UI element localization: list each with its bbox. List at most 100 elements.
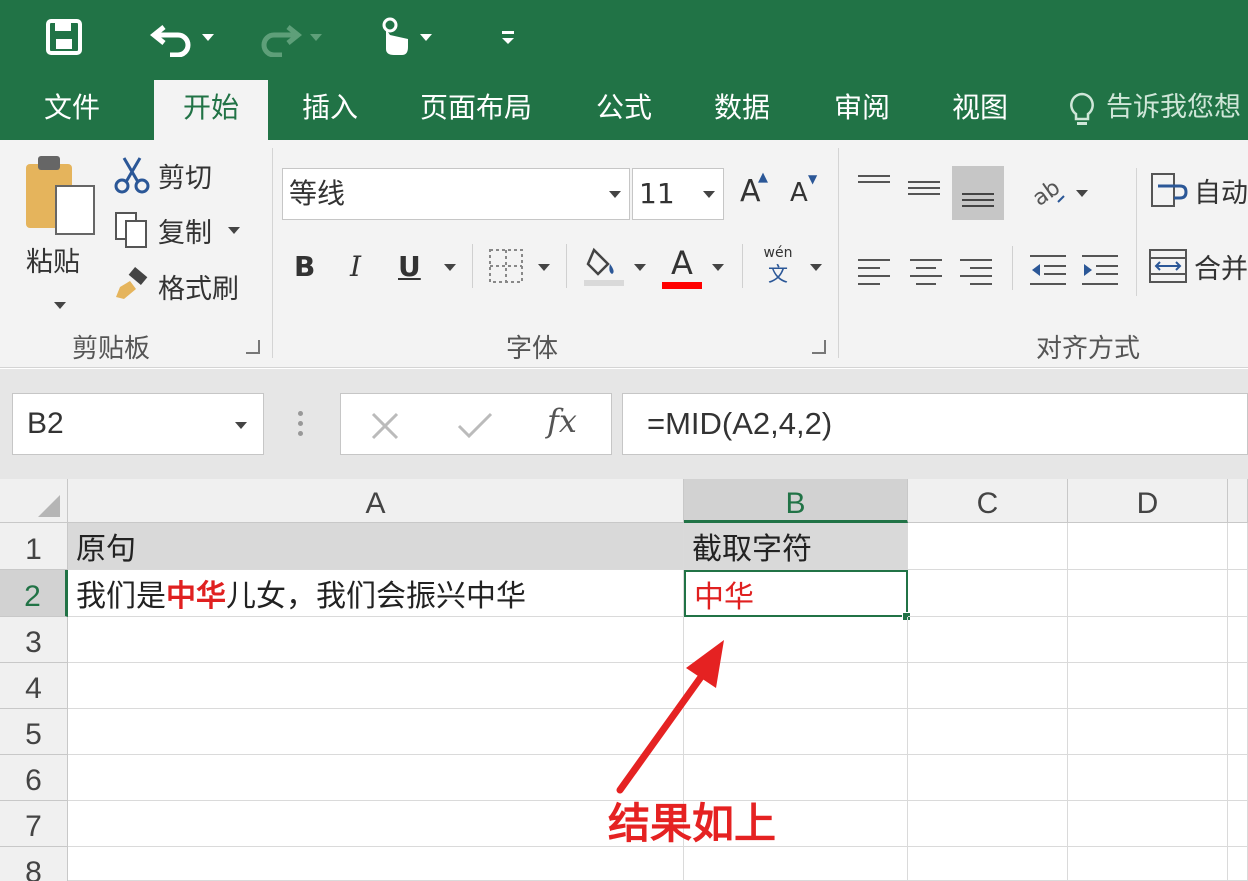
tab-data[interactable]: 数据 — [690, 80, 794, 140]
row-header-8[interactable]: 8 — [0, 847, 68, 881]
cell-c5[interactable] — [908, 709, 1068, 755]
cell-d4[interactable] — [1068, 663, 1228, 709]
tab-home[interactable]: 开始 — [154, 80, 268, 140]
orientation-dropdown-icon[interactable] — [1076, 190, 1088, 197]
cell-e8[interactable] — [1228, 847, 1248, 881]
increase-font-button[interactable]: A ▲ — [740, 170, 768, 209]
cell-d8[interactable] — [1068, 847, 1228, 881]
align-middle-button[interactable] — [906, 172, 942, 206]
decrease-font-button[interactable]: A ▼ — [790, 172, 817, 208]
tab-file[interactable]: 文件 — [20, 80, 124, 140]
cell-b2[interactable]: 中华 — [684, 570, 908, 617]
align-center-button[interactable] — [908, 256, 944, 290]
tab-view[interactable]: 视图 — [928, 80, 1032, 140]
customize-qat-icon[interactable] — [500, 14, 520, 60]
cell-e5[interactable] — [1228, 709, 1248, 755]
fill-color-dropdown-icon[interactable] — [634, 264, 646, 271]
cell-d5[interactable] — [1068, 709, 1228, 755]
font-name-select[interactable]: 等线 — [282, 168, 630, 220]
format-painter-button[interactable]: 格式刷 — [112, 266, 239, 306]
phonetic-button[interactable]: wén 文 — [758, 244, 798, 286]
cell-c8[interactable] — [908, 847, 1068, 881]
fill-color-button[interactable] — [584, 244, 626, 292]
clipboard-launcher-icon[interactable] — [246, 340, 260, 354]
column-header-b[interactable]: B — [684, 479, 908, 523]
select-all-button[interactable] — [0, 479, 68, 523]
row-header-1[interactable]: 1 — [0, 523, 68, 570]
tab-formulas[interactable]: 公式 — [572, 80, 676, 140]
cell-a1[interactable]: 原句 — [68, 523, 684, 570]
tab-page-layout[interactable]: 页面布局 — [400, 80, 552, 140]
cell-a3[interactable] — [68, 617, 684, 663]
font-launcher-icon[interactable] — [812, 340, 826, 354]
borders-button[interactable] — [488, 248, 524, 288]
cell-a4[interactable] — [68, 663, 684, 709]
cell-c4[interactable] — [908, 663, 1068, 709]
orientation-button[interactable]: ab — [1028, 174, 1068, 214]
cell-a5[interactable] — [68, 709, 684, 755]
redo-icon[interactable] — [258, 14, 338, 60]
cell-c1[interactable] — [908, 523, 1068, 570]
italic-button[interactable]: I — [350, 250, 361, 283]
copy-button[interactable]: 复制 — [112, 210, 240, 250]
column-header-e[interactable] — [1228, 479, 1248, 523]
row-header-7[interactable]: 7 — [0, 801, 68, 847]
align-left-button[interactable] — [856, 256, 892, 290]
cell-b1[interactable]: 截取字符 — [684, 523, 908, 570]
formula-input[interactable]: =MID(A2,4,2) — [622, 393, 1248, 455]
enter-checkmark-icon[interactable] — [457, 410, 493, 442]
underline-button[interactable]: U — [398, 250, 421, 283]
wrap-text-button[interactable]: 自动 — [1148, 170, 1248, 210]
cell-a2[interactable]: 我们是中华儿女，我们会振兴中华 — [68, 570, 684, 617]
undo-icon[interactable] — [150, 14, 230, 60]
cell-e7[interactable] — [1228, 801, 1248, 847]
cell-d6[interactable] — [1068, 755, 1228, 801]
save-icon[interactable] — [44, 14, 88, 60]
row-header-6[interactable]: 6 — [0, 755, 68, 801]
font-size-select[interactable]: 11 — [632, 168, 724, 220]
row-header-4[interactable]: 4 — [0, 663, 68, 709]
cell-a6[interactable] — [68, 755, 684, 801]
font-color-button[interactable]: A — [662, 244, 702, 290]
column-header-a[interactable]: A — [68, 479, 684, 523]
cell-a7[interactable] — [68, 801, 684, 847]
row-header-5[interactable]: 5 — [0, 709, 68, 755]
cell-a8[interactable] — [68, 847, 684, 881]
borders-dropdown-icon[interactable] — [538, 264, 550, 271]
merge-center-button[interactable]: 合并 — [1148, 246, 1248, 286]
column-header-d[interactable]: D — [1068, 479, 1228, 523]
align-right-button[interactable] — [958, 256, 994, 290]
tab-review[interactable]: 审阅 — [810, 80, 914, 140]
row-header-2[interactable]: 2 — [0, 570, 68, 617]
bold-button[interactable]: B — [294, 250, 315, 283]
underline-dropdown-icon[interactable] — [444, 264, 456, 271]
align-top-button[interactable] — [856, 172, 892, 206]
cell-c3[interactable] — [908, 617, 1068, 663]
paste-button[interactable]: 粘贴 — [20, 152, 102, 309]
phonetic-dropdown-icon[interactable] — [810, 264, 822, 271]
cell-d2[interactable] — [1068, 570, 1228, 617]
cancel-icon[interactable] — [369, 410, 401, 442]
row-header-3[interactable]: 3 — [0, 617, 68, 663]
cell-b8[interactable] — [684, 847, 908, 881]
cell-c6[interactable] — [908, 755, 1068, 801]
cell-e4[interactable] — [1228, 663, 1248, 709]
cell-d3[interactable] — [1068, 617, 1228, 663]
cell-e6[interactable] — [1228, 755, 1248, 801]
tell-me-search[interactable]: 告诉我您想 — [1106, 80, 1248, 140]
cell-e3[interactable] — [1228, 617, 1248, 663]
name-box[interactable]: B2 — [12, 393, 264, 455]
cell-e2[interactable] — [1228, 570, 1248, 617]
column-header-c[interactable]: C — [908, 479, 1068, 523]
formula-bar-grip-icon[interactable] — [298, 411, 304, 439]
align-bottom-button[interactable] — [952, 166, 1004, 220]
cell-c2[interactable] — [908, 570, 1068, 617]
insert-function-icon[interactable]: fx — [547, 402, 577, 440]
tab-insert[interactable]: 插入 — [280, 80, 380, 140]
touch-mode-icon[interactable] — [376, 14, 448, 60]
cell-c7[interactable] — [908, 801, 1068, 847]
cell-d1[interactable] — [1068, 523, 1228, 570]
cell-d7[interactable] — [1068, 801, 1228, 847]
increase-indent-button[interactable] — [1080, 252, 1120, 292]
cut-button[interactable]: 剪切 — [112, 156, 212, 194]
